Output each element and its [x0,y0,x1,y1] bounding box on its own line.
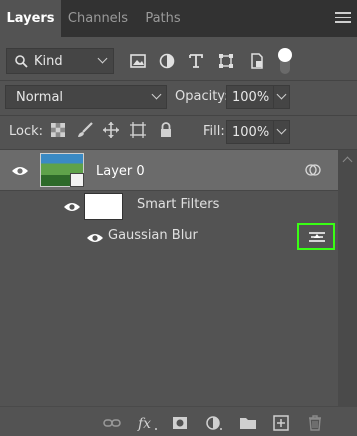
type-filter-icon[interactable] [186,51,206,71]
smart-filters-label[interactable]: Smart Filters [137,197,219,212]
fill-value: 100% [232,125,270,140]
tab-channels[interactable]: Channels [62,0,134,37]
lock-artboard-icon[interactable] [129,121,147,139]
shape-filter-icon[interactable] [216,51,236,71]
gaussian-blur-visibility-eye-icon[interactable] [86,232,104,244]
lock-label: Lock: [9,124,44,139]
opacity-label: Opacity: [175,89,229,104]
new-group-folder-icon[interactable] [239,415,257,431]
chevron-down-icon [276,89,287,100]
opacity-dropdown[interactable] [273,86,289,108]
lock-transparent-pixels-icon[interactable] [49,121,67,139]
chevron-down-icon [276,124,287,135]
delete-layer-trash-icon[interactable] [306,415,324,431]
blend-mode-select[interactable]: Normal [5,85,167,109]
add-layer-mask-icon[interactable] [171,415,189,431]
chevron-down-icon [151,89,162,100]
fill-field[interactable]: 100% [226,120,290,144]
new-layer-icon[interactable] [272,415,290,431]
svg-text:fx: fx [137,416,151,431]
fill-dropdown[interactable] [273,121,289,143]
opacity-value: 100% [232,90,270,105]
blend-mode-value: Normal [16,90,64,105]
lock-all-icon[interactable] [157,121,175,139]
lock-position-move-icon[interactable] [102,121,120,139]
layers-scrollbar[interactable] [338,150,357,406]
search-icon [15,55,28,68]
tab-paths[interactable]: Paths [136,0,190,37]
opacity-field[interactable]: 100% [226,85,290,109]
smart-object-filter-icon[interactable] [247,51,267,71]
visibility-eye-icon[interactable] [11,165,29,177]
smart-filter-indicator-icon[interactable] [305,163,321,177]
adjustment-filter-icon[interactable] [157,51,177,71]
tab-layers[interactable]: Layers [0,0,61,37]
layer-name[interactable]: Layer 0 [96,164,145,179]
link-layers-icon[interactable] [103,415,121,431]
layer-thumbnail[interactable] [40,153,84,187]
gaussian-blur-filter-label[interactable]: Gaussian Blur [108,228,198,243]
kind-label: Kind [34,54,63,69]
layer-filter-kind-select[interactable]: Kind [6,48,114,74]
blending-options-icon [309,232,325,242]
image-filter-icon[interactable] [128,51,148,71]
lock-image-pixels-brush-icon[interactable] [76,121,94,139]
layer-style-fx-icon[interactable]: fx [137,415,159,431]
panel-menu-icon[interactable] [335,12,351,25]
new-adjustment-layer-icon[interactable] [205,415,223,431]
chevron-down-icon [97,53,108,64]
smart-object-badge-icon [70,173,84,187]
smart-filter-mask-thumbnail[interactable] [84,193,123,220]
layers-bottom-toolbar: fx [0,406,357,436]
fill-label: Fill: [203,124,225,139]
filter-toggle[interactable] [278,48,292,74]
smart-filters-visibility-eye-icon[interactable] [63,201,81,213]
panel-tab-bar: Layers Channels Paths [0,0,357,37]
scroll-up-icon[interactable] [342,156,353,167]
filter-blending-options-button[interactable] [297,223,335,250]
